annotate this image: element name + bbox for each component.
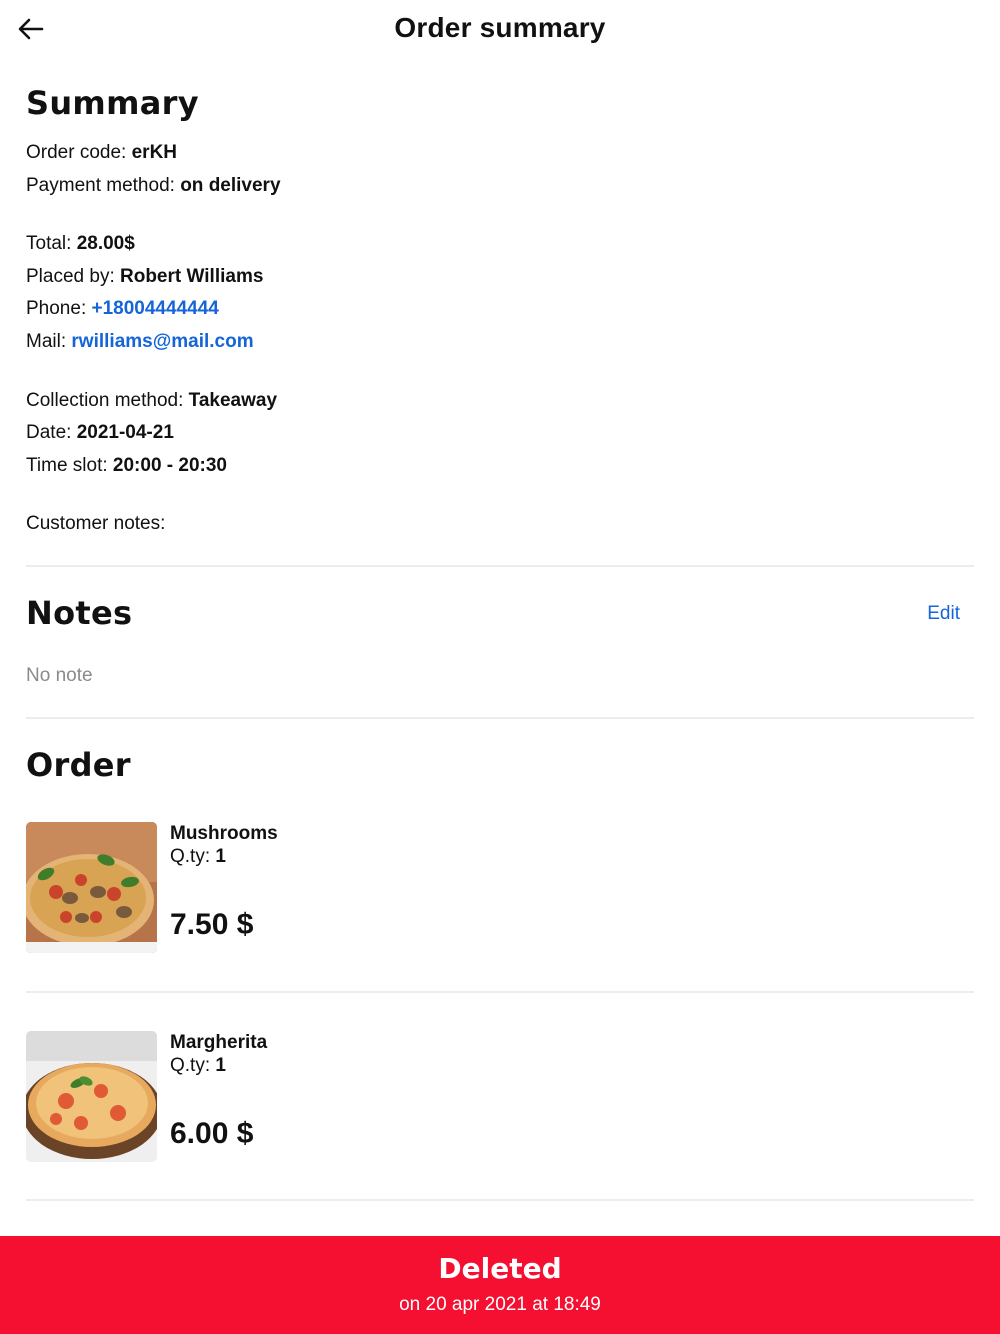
order-status-bar: Deleted on 20 apr 2021 at 18:49 <box>0 1236 1000 1334</box>
item-price: 7.50 $ <box>170 908 254 941</box>
order-code-label: Order code: <box>26 142 132 163</box>
divider <box>26 991 974 993</box>
time-slot-label: Time slot: <box>26 455 113 476</box>
item-quantity-value: 1 <box>215 846 226 867</box>
notes-heading: Notes <box>26 594 133 632</box>
order-code-value: erKH <box>131 142 178 163</box>
date-label: Date: <box>26 422 77 443</box>
item-price: 6.00 $ <box>170 1117 254 1150</box>
date-row: Date: 2021-04-21 <box>26 421 174 445</box>
order-code-row: Order code: erKH <box>26 141 177 165</box>
divider <box>26 717 974 719</box>
time-slot-value: 20:00 - 20:30 <box>112 455 227 476</box>
mail-row: Mail: rwilliams@mail.com <box>26 330 254 354</box>
order-item[interactable]: Margherita Q.ty: 1 6.00 $ <box>26 1031 974 1163</box>
order-heading: Order <box>26 746 131 784</box>
payment-method-label: Payment method: <box>26 175 181 196</box>
notes-empty-text: No note <box>26 665 93 686</box>
item-quantity-value: 1 <box>215 1055 226 1076</box>
pizza-image-mushrooms <box>26 822 157 953</box>
top-bar: Order summary <box>0 0 1000 60</box>
item-quantity-label: Q.ty: <box>170 846 216 867</box>
item-quantity: Q.ty: 1 <box>170 846 226 868</box>
divider <box>26 1199 974 1201</box>
time-slot-row: Time slot: 20:00 - 20:30 <box>26 454 227 478</box>
order-item[interactable]: Mushrooms Q.ty: 1 7.50 $ <box>26 822 974 954</box>
placed-by-row: Placed by: Robert Williams <box>26 265 263 289</box>
mail-link[interactable]: rwilliams@mail.com <box>71 331 253 352</box>
customer-notes-label: Customer notes: <box>26 513 166 534</box>
payment-method-row: Payment method: on delivery <box>26 174 281 198</box>
pizza-image-margherita <box>26 1031 157 1162</box>
page-title: Order summary <box>394 12 606 43</box>
order-status-date: on 20 apr 2021 at 18:49 <box>399 1294 601 1315</box>
item-quantity: Q.ty: 1 <box>170 1055 226 1077</box>
total-value: 28.00$ <box>76 233 135 254</box>
collection-method-label: Collection method: <box>26 390 189 411</box>
item-name: Margherita <box>170 1032 268 1053</box>
collection-method-value: Takeaway <box>188 390 278 411</box>
payment-method-value: on delivery <box>180 175 281 196</box>
summary-heading: Summary <box>26 84 199 122</box>
placed-by-value: Robert Williams <box>120 266 264 287</box>
item-name: Mushrooms <box>170 823 278 844</box>
placed-by-label: Placed by: <box>26 266 120 287</box>
phone-row: Phone: +18004444444 <box>26 297 219 321</box>
phone-link[interactable]: +18004444444 <box>92 298 219 319</box>
phone-label: Phone: <box>26 298 92 319</box>
order-status: Deleted <box>438 1252 562 1285</box>
total-row: Total: 28.00$ <box>26 232 135 256</box>
item-quantity-label: Q.ty: <box>170 1055 216 1076</box>
total-label: Total: <box>26 233 77 254</box>
edit-notes-button[interactable]: Edit <box>927 603 960 625</box>
date-value: 2021-04-21 <box>76 422 174 443</box>
mail-label: Mail: <box>26 331 72 352</box>
collection-method-row: Collection method: Takeaway <box>26 389 277 413</box>
divider <box>26 565 974 567</box>
